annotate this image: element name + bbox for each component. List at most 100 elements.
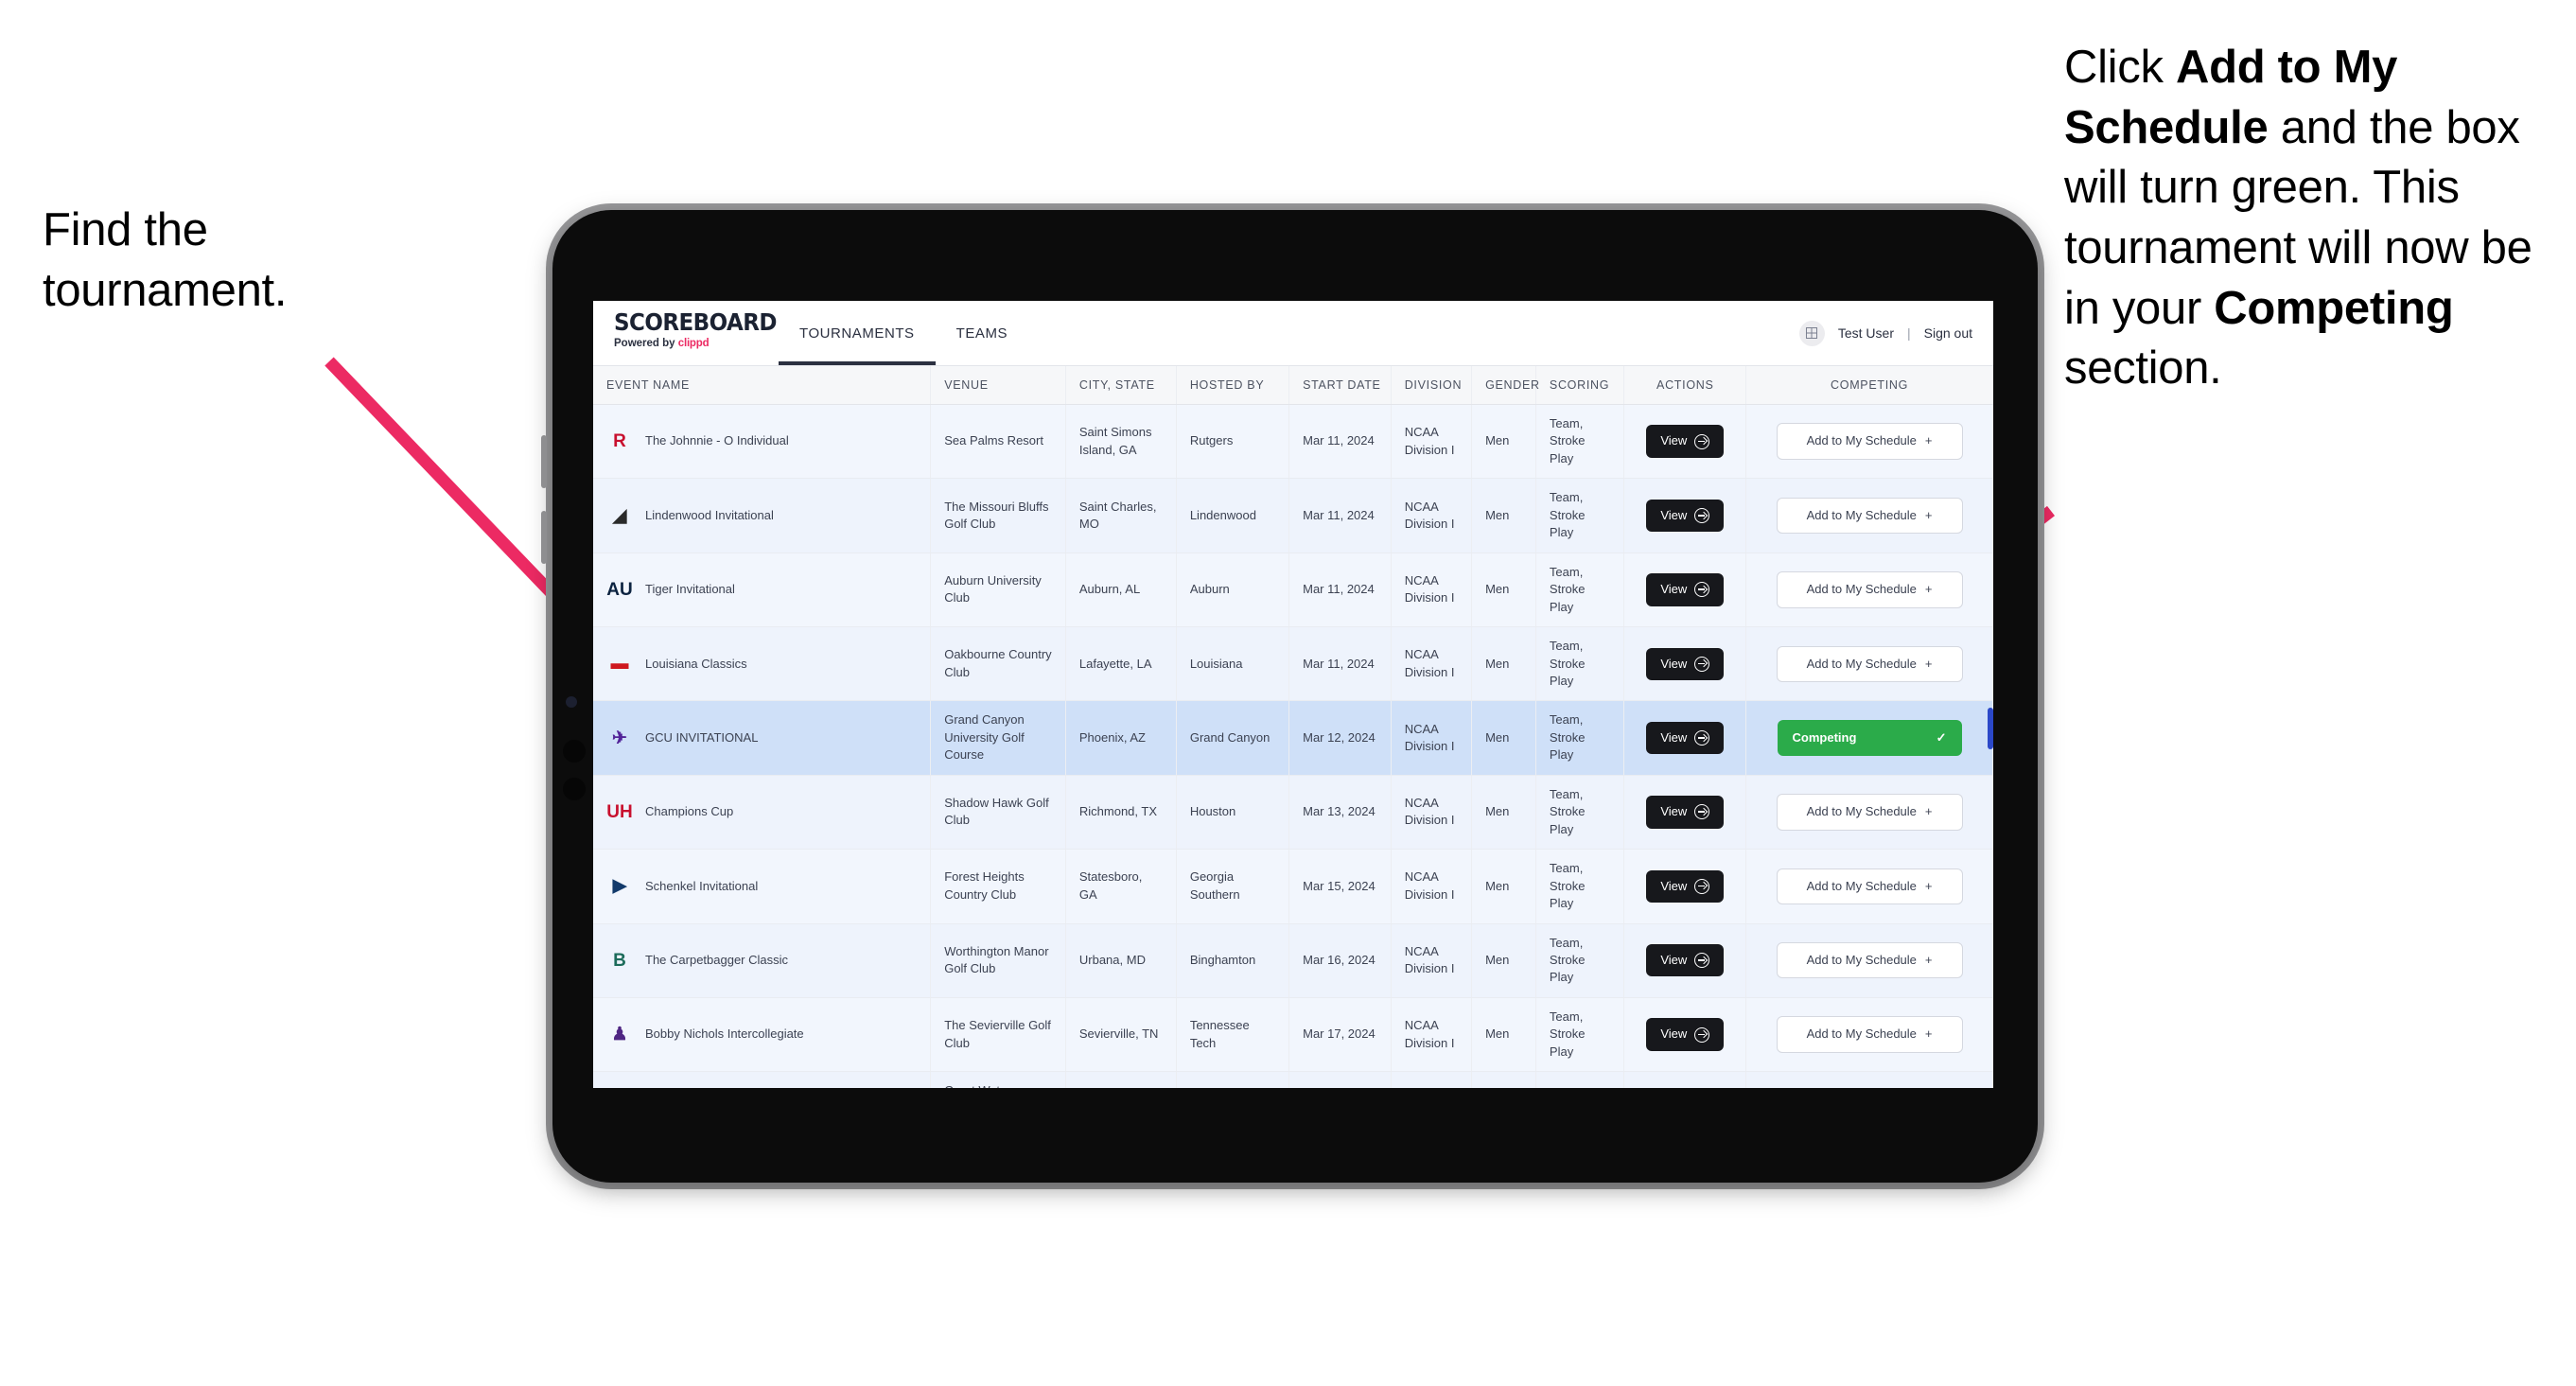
event-name-label: Bobby Nichols Intercollegiate — [645, 1026, 804, 1042]
cell-scoring: Team, Stroke Play — [1535, 626, 1625, 702]
add-to-my-schedule-button[interactable]: Add to My Schedule + — [1776, 571, 1963, 608]
annotation-left: Find the tournament. — [43, 201, 440, 321]
cell-city-state: Saint Charles, MO — [1065, 478, 1177, 553]
cell-event-name: ♟ Bobby Nichols Intercollegiate — [593, 997, 932, 1073]
cell-division: NCAA Division I — [1391, 849, 1473, 924]
cell-event-name: R The Johnnie - O Individual — [593, 404, 932, 480]
event-name-label: Champions Cup — [645, 804, 734, 819]
table-row[interactable]: R The Johnnie - O Individual Sea Palms Res… — [593, 404, 1993, 480]
annotation-right: Click Add to My Schedule and the box wil… — [2064, 38, 2566, 399]
cell-division: NCAA Division I — [1391, 775, 1473, 851]
table-row[interactable]: B The Carpetbagger Classic Worthington Man… — [593, 923, 1993, 998]
cell-scoring: Team, Stroke Play — [1535, 997, 1625, 1073]
grid-icon[interactable] — [1798, 320, 1825, 346]
brand-powered-prefix: Powered by — [614, 338, 678, 349]
view-button[interactable]: View — [1646, 943, 1725, 977]
cell-division: NCAA Division I — [1391, 404, 1473, 480]
view-button-label: View — [1660, 582, 1688, 597]
table-row[interactable]: ◢ Lindenwood Invitational The Missouri Blu… — [593, 478, 1993, 553]
cell-event-name: KSLinger Longer Invitational — [593, 1071, 932, 1088]
table-row[interactable]: ♟ Bobby Nichols Intercollegiate The Sevier… — [593, 997, 1993, 1073]
add-to-my-schedule-button[interactable]: Add to My Schedule + — [1776, 645, 1963, 682]
view-button[interactable]: View — [1646, 499, 1725, 533]
table-row[interactable]: AU Tiger Invitational Auburn University Cl… — [593, 553, 1993, 628]
view-button[interactable]: View — [1646, 425, 1725, 458]
team-logo-icon: ◢ — [612, 505, 627, 526]
team-logo-icon: ♟ — [611, 1025, 628, 1045]
cell-division: NCAA Division I — [1391, 1071, 1473, 1088]
arrow-circle-icon — [1694, 730, 1710, 746]
cell-event-name: AU Tiger Invitational — [593, 553, 932, 628]
view-button[interactable]: View — [1646, 796, 1725, 829]
cell-start-date: Mar 11, 2024 — [1288, 478, 1392, 553]
cell-division: NCAA Division I — [1391, 700, 1473, 776]
column-header-start-date: START DATE — [1288, 366, 1392, 405]
add-to-my-schedule-button[interactable]: Add to My Schedule + — [1776, 868, 1963, 905]
competing-button[interactable]: Competing ✓ — [1777, 719, 1962, 757]
table-row[interactable]: KSLinger Longer InvitationalGreat Waters… — [593, 1071, 1993, 1088]
view-button[interactable]: View — [1646, 647, 1725, 680]
view-button[interactable]: View — [1646, 1018, 1725, 1051]
cell-start-date: Mar 13, 2024 — [1288, 775, 1392, 851]
cell-actions: View — [1623, 626, 1747, 702]
plus-icon: + — [1924, 656, 1933, 671]
table-row[interactable]: UH Champions Cup Shadow Hawk Golf Club Rich… — [593, 775, 1993, 851]
speaker-hole-2-icon — [563, 778, 586, 800]
view-button-label: View — [1660, 656, 1688, 671]
plus-icon: + — [1924, 804, 1933, 819]
view-button[interactable]: View — [1646, 869, 1725, 904]
cell-hosted-by: Rutgers — [1176, 404, 1290, 480]
cell-gender: Men — [1471, 775, 1536, 851]
add-to-my-schedule-button[interactable]: Add to My Schedule + — [1776, 1016, 1963, 1053]
tab-tournaments[interactable]: TOURNAMENTS — [779, 301, 936, 365]
volume-button[interactable] — [541, 435, 547, 488]
account-username: Test User — [1837, 325, 1894, 341]
add-to-my-schedule-button[interactable]: Add to My Schedule + — [1776, 497, 1963, 535]
table-row[interactable]: ▬ Louisiana Classics Oakbourne Country Clu… — [593, 626, 1993, 702]
brand-logo[interactable]: SCOREBOARD Powered by clippd — [593, 301, 779, 365]
add-to-my-schedule-label: Add to My Schedule — [1806, 804, 1917, 819]
cell-actions: View — [1623, 849, 1747, 924]
event-name-label: GCU INVITATIONAL — [645, 729, 759, 745]
cell-hosted-by: Tennessee Tech — [1176, 997, 1290, 1073]
cell-division: NCAA Division I — [1391, 553, 1473, 628]
column-header-division: DIVISION — [1391, 366, 1473, 405]
cell-actions: View — [1623, 404, 1747, 480]
competing-label: Competing — [1792, 729, 1857, 745]
check-icon: ✓ — [1936, 729, 1947, 745]
add-to-my-schedule-button[interactable]: Add to My Schedule + — [1776, 423, 1963, 460]
team-logo-icon: ▶ — [612, 876, 627, 897]
cell-gender: Men — [1471, 700, 1536, 776]
cell-hosted-by: Kennesaw State — [1176, 1071, 1290, 1088]
cell-scoring: Team, Stroke Play — [1535, 553, 1625, 628]
scroll-indicator[interactable] — [1988, 708, 1993, 749]
add-to-my-schedule-button[interactable]: Add to My Schedule + — [1776, 794, 1963, 831]
table-row[interactable]: ✈ GCU INVITATIONAL Grand Canyon University… — [593, 700, 1993, 776]
cell-venue: Grand Canyon University Golf Course — [930, 700, 1066, 776]
cell-division: NCAA Division I — [1391, 997, 1473, 1073]
add-to-my-schedule-label: Add to My Schedule — [1806, 582, 1917, 597]
cell-gender: Men — [1471, 923, 1536, 998]
cell-start-date: Mar 17, 2024 — [1288, 1071, 1392, 1088]
cell-scoring: Team, Stroke Play — [1535, 849, 1625, 924]
power-button[interactable] — [541, 511, 547, 564]
camera-icon — [566, 696, 577, 708]
view-button[interactable]: View — [1646, 721, 1725, 755]
arrow-circle-icon — [1694, 582, 1710, 598]
browser-viewport: SCOREBOARD Powered by clippd TOURNAMENTS… — [593, 301, 1993, 1088]
arrow-circle-icon — [1694, 508, 1710, 524]
tab-teams[interactable]: TEAMS — [936, 301, 1028, 365]
cell-gender: Men — [1471, 478, 1536, 553]
table-row[interactable]: ▶ Schenkel Invitational Forest Heights Cou… — [593, 849, 1993, 924]
add-to-my-schedule-button[interactable]: Add to My Schedule + — [1776, 941, 1963, 979]
view-button[interactable]: View — [1646, 573, 1725, 606]
brand-name: SCOREBOARD — [614, 308, 778, 336]
cell-actions: View — [1623, 997, 1747, 1073]
cell-competing: Add to My Schedule + — [1745, 626, 1993, 702]
cell-actions: View — [1623, 478, 1747, 553]
table-header-row: EVENT NAME VENUE CITY, STATE HOSTED BY START… — [593, 366, 1993, 405]
view-button-label: View — [1660, 1026, 1688, 1042]
cell-division: NCAA Division I — [1391, 923, 1473, 998]
sign-out-link[interactable]: Sign out — [1924, 325, 1972, 341]
cell-scoring: Team, Stroke Play — [1535, 1071, 1625, 1088]
